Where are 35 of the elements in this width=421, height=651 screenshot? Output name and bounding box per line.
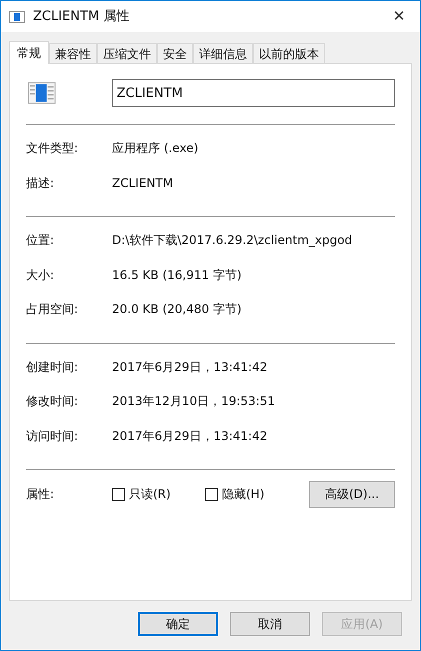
tab[interactable]: 兼容性 <box>49 43 97 63</box>
advanced-button[interactable]: 高级(D)... <box>309 480 395 508</box>
name-field[interactable]: ZCLIENTM <box>112 79 395 107</box>
close-button[interactable]: ✕ <box>384 4 414 30</box>
field-value: 2017年6月29日，13:41:42 <box>112 428 268 445</box>
tab[interactable]: 常规 <box>9 41 49 64</box>
field-value: ZCLIENTM <box>112 174 174 192</box>
checkbox[interactable] <box>112 488 125 500</box>
field-label: 创建时间: <box>26 358 80 376</box>
field-value: 应用程序 (.exe) <box>112 140 198 158</box>
window-title: ZCLIENTM 属性 <box>33 8 130 26</box>
checkbox[interactable] <box>205 488 218 500</box>
field-value: 2013年12月10日，19:53:51 <box>112 393 275 410</box>
field-label: 大小: <box>26 266 56 284</box>
field-label: 修改时间: <box>26 393 80 410</box>
field-label: 属性: <box>26 486 56 503</box>
dialog-button[interactable]: 取消 <box>230 612 310 636</box>
field-label: 位置: <box>26 232 56 250</box>
field-value: 16.5 KB (16,911 字节) <box>112 266 242 284</box>
checkbox-label[interactable]: 隐藏(H) <box>222 485 264 503</box>
application-icon <box>28 82 56 104</box>
field-value: 2017年6月29日，13:41:42 <box>112 358 268 376</box>
field-label: 文件类型: <box>26 140 80 158</box>
field-label: 占用空间: <box>26 301 80 318</box>
tab[interactable]: 压缩文件 <box>97 43 157 63</box>
dialog-button[interactable]: 确定 <box>138 612 218 636</box>
field-label: 访问时间: <box>26 428 80 445</box>
tab[interactable]: 详细信息 <box>193 43 253 63</box>
tab[interactable]: 以前的版本 <box>253 43 325 63</box>
field-value: 20.0 KB (20,480 字节) <box>112 301 242 318</box>
field-label: 描述: <box>26 174 56 192</box>
checkbox-label[interactable]: 只读(R) <box>129 485 171 503</box>
app-icon <box>9 10 25 22</box>
tab[interactable]: 安全 <box>157 43 193 63</box>
field-value: D:\软件下载\2017.6.29.2\zclientm_xpgod <box>112 232 352 250</box>
